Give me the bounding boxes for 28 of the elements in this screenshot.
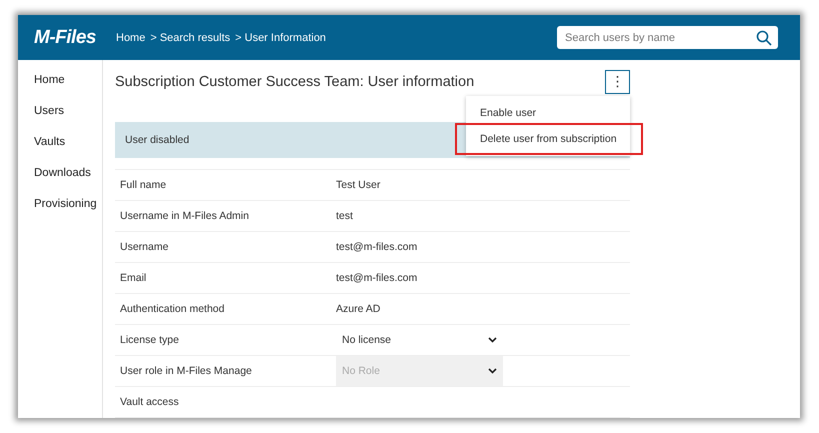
field-label: Email [120,272,148,284]
breadcrumb-link[interactable]: > User Information [235,32,326,44]
field-value: test [336,210,354,222]
breadcrumb-link[interactable]: Home [116,32,146,44]
field-label: Vault access [120,396,180,408]
logo[interactable]: M-Files [34,26,116,48]
field-label: License type [120,334,180,346]
field-label: User role in M-Files Manage [120,365,253,377]
field-label: Username [120,241,170,253]
search-field[interactable]: Search users by name [557,26,778,49]
field-value: test@m-files.com [336,272,418,284]
search-icon[interactable] [756,30,772,46]
field-label: Authentication method [120,303,226,315]
field-label: Username in M-Files Admin [120,210,250,222]
page-title: Subscription Customer Success Team: User information [115,74,474,90]
sidebar-item[interactable]: Downloads [34,165,102,181]
sidebar-item[interactable]: Home [34,72,102,88]
field-value: test@m-files.com [336,241,418,253]
field-label: Full name [120,179,168,191]
sidebar-item[interactable]: Vaults [34,134,102,150]
breadcrumb-link[interactable]: > Search results [150,32,230,44]
more-options-button[interactable]: ⋮ [605,70,630,94]
chevron-down-icon [488,368,497,374]
field-value: Test User [336,179,382,191]
sidebar-item[interactable]: Provisioning [34,196,102,212]
field-value: Azure AD [336,303,382,315]
chevron-down-icon [488,337,497,343]
sidebar-item[interactable]: Users [34,103,102,119]
